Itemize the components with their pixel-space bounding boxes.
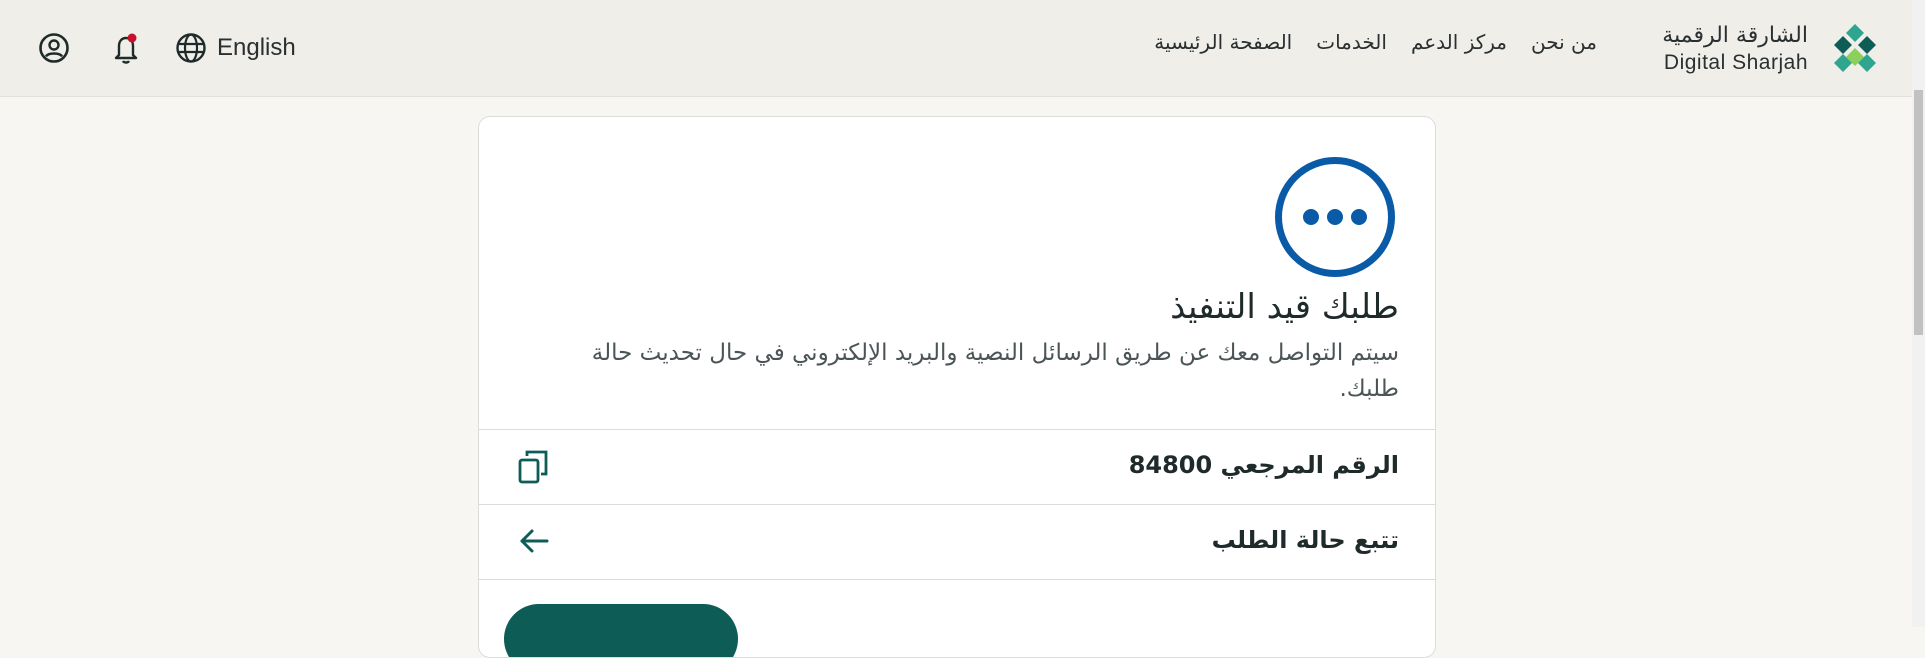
brand-logo-text[interactable]: الشارقة الرقمية Digital Sharjah: [1662, 22, 1808, 76]
top-navigation-bar: English الصفحة الرئيسية الخدمات مركز الد…: [0, 0, 1912, 97]
account-button[interactable]: [38, 32, 70, 64]
nav-home[interactable]: الصفحة الرئيسية: [1154, 30, 1292, 54]
arrow-left-icon[interactable]: [517, 524, 551, 558]
reference-number-label: الرقم المرجعي 84800: [1128, 451, 1399, 479]
main-navigation: الصفحة الرئيسية الخدمات مركز الدعم من نح…: [1154, 30, 1597, 54]
track-request-row[interactable]: تتبع حالة الطلب: [479, 504, 1435, 578]
globe-icon: [176, 33, 206, 63]
primary-action-button[interactable]: [504, 604, 738, 657]
language-switcher[interactable]: English: [175, 28, 296, 68]
pending-dots-icon: [1275, 157, 1395, 277]
nav-support-center[interactable]: مركز الدعم: [1411, 30, 1507, 54]
digital-sharjah-logo-icon[interactable]: [1832, 24, 1878, 72]
scrollbar-thumb[interactable]: [1914, 90, 1923, 335]
user-circle-icon: [39, 33, 69, 63]
track-request-label: تتبع حالة الطلب: [1211, 526, 1399, 554]
logo-arabic-name: الشارقة الرقمية: [1662, 23, 1808, 48]
nav-services[interactable]: الخدمات: [1316, 30, 1387, 54]
language-label: English: [217, 34, 296, 61]
page-scrollbar[interactable]: [1912, 0, 1925, 627]
copy-icon[interactable]: [517, 449, 551, 485]
divider: [479, 579, 1435, 580]
reference-number-row: الرقم المرجعي 84800: [479, 429, 1435, 503]
status-description: سيتم التواصل معك عن طريق الرسائل النصية …: [591, 340, 1399, 402]
request-status-card: طلبك قيد التنفيذ سيتم التواصل معك عن طري…: [478, 116, 1436, 658]
notifications-button[interactable]: [110, 30, 142, 66]
nav-about-us[interactable]: من نحن: [1531, 30, 1597, 54]
logo-english-name: Digital Sharjah: [1663, 51, 1808, 74]
bell-icon: [114, 33, 138, 64]
status-title: طلبك قيد التنفيذ: [1170, 287, 1399, 327]
